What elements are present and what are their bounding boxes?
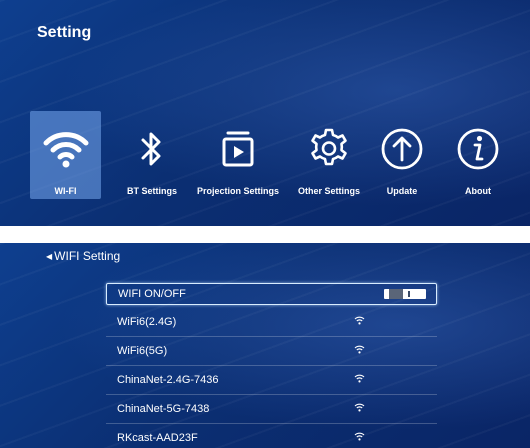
bluetooth-icon <box>137 123 167 175</box>
menu-item-label: BT Settings <box>126 186 177 196</box>
gear-icon <box>307 123 351 175</box>
menu-item-label: Other Settings <box>297 186 360 196</box>
network-name: RKcast-AAD23F <box>117 432 198 444</box>
wifi-signal-icon <box>354 316 365 328</box>
menu-item-label: About <box>465 186 491 196</box>
wifi-toggle-label: WIFI ON/OFF <box>118 288 186 300</box>
update-arrow-icon <box>380 123 424 175</box>
page-title: Setting <box>37 24 92 41</box>
wifi-setting-panel: ◀ WIFI Setting WIFI ON/OFF WiFi6(2.4G) W… <box>0 243 530 448</box>
menu-item-about[interactable]: About <box>452 111 504 199</box>
menu-item-label: Projection Settings <box>196 186 279 196</box>
toggle-on-indicator <box>408 291 410 297</box>
menu-item-bt-settings[interactable]: BT Settings <box>118 111 186 199</box>
wifi-toggle-row[interactable]: WIFI ON/OFF <box>106 283 437 305</box>
wifi-signal-icon <box>354 374 365 386</box>
wifi-network-item[interactable]: WiFi6(5G) <box>106 337 437 366</box>
wifi-network-item[interactable]: ChinaNet-5G-7438 <box>106 395 437 424</box>
chevron-left-icon: ◀ <box>46 251 53 261</box>
info-icon <box>456 123 500 175</box>
network-name: WiFi6(2.4G) <box>117 316 177 328</box>
menu-item-other-settings[interactable]: Other Settings <box>290 111 368 199</box>
menu-item-update[interactable]: Update <box>376 111 428 199</box>
menu-item-label: WI-FI <box>54 186 77 196</box>
toggle-knob <box>389 289 403 299</box>
wifi-signal-icon <box>354 345 365 357</box>
menu-item-label: Update <box>386 186 418 196</box>
projection-icon <box>220 123 256 175</box>
wifi-network-item[interactable]: WiFi6(2.4G) <box>106 308 437 337</box>
wifi-network-item[interactable]: ChinaNet-2.4G-7436 <box>106 366 437 395</box>
wifi-signal-icon <box>354 403 365 415</box>
network-name: ChinaNet-2.4G-7436 <box>117 374 219 386</box>
wifi-list: WIFI ON/OFF WiFi6(2.4G) WiFi6(5G) ChinaN… <box>106 283 437 448</box>
wifi-toggle-switch[interactable] <box>384 289 426 299</box>
page-title: WIFI Setting <box>54 249 121 263</box>
wifi-signal-icon <box>354 432 365 444</box>
network-name: ChinaNet-5G-7438 <box>117 403 210 415</box>
settings-menu: WI-FI BT Settings Projection Settings Ot… <box>0 111 530 199</box>
wifi-icon <box>42 123 90 175</box>
menu-item-projection-settings[interactable]: Projection Settings <box>190 111 286 199</box>
settings-panel: Setting WI-FI BT Settings Projection Set… <box>0 0 530 226</box>
network-name: WiFi6(5G) <box>117 345 168 357</box>
menu-item-wifi[interactable]: WI-FI <box>30 111 101 199</box>
wifi-network-item[interactable]: RKcast-AAD23F <box>106 424 437 448</box>
back-button[interactable]: ◀ WIFI Setting <box>46 249 120 263</box>
